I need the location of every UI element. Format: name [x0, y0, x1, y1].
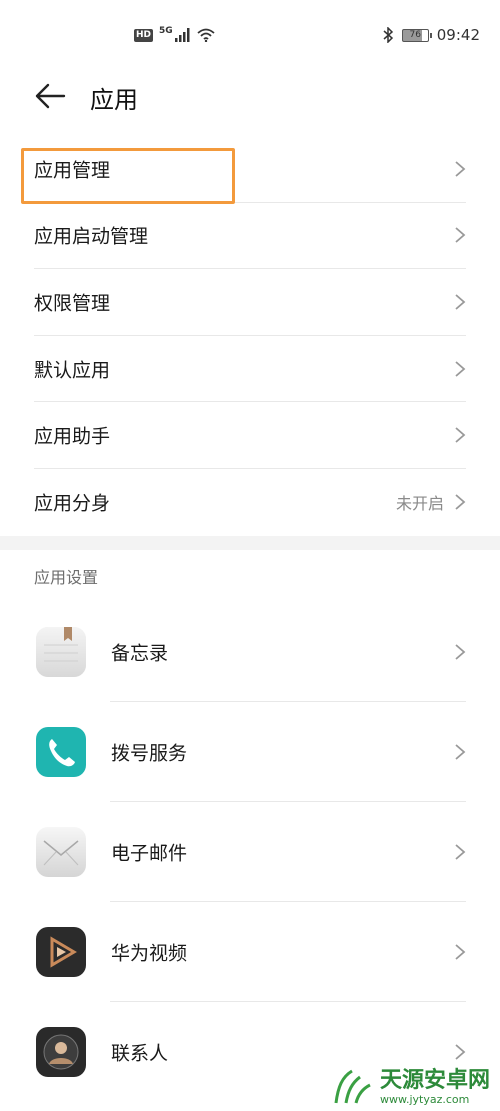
chevron-right-icon	[455, 844, 466, 860]
phone-icon	[36, 727, 86, 777]
chevron-right-icon	[455, 494, 466, 510]
video-play-icon	[36, 927, 86, 977]
menu-item-default-apps[interactable]: 默认应用	[34, 336, 466, 403]
status-bar: HD 5G 76 09:42	[0, 0, 500, 70]
chevron-right-icon	[455, 360, 466, 377]
app-label: 联系人	[111, 1042, 169, 1065]
menu-item-label: 应用助手	[34, 425, 111, 448]
back-arrow-icon[interactable]	[34, 82, 66, 110]
signal-icon	[174, 28, 190, 42]
watermark-text: 天源安卓网 www.jytyaz.com	[379, 1067, 490, 1106]
app-label: 华为视频	[111, 942, 188, 965]
app-row-dialer[interactable]: 拨号服务	[0, 702, 500, 802]
watermark-sub: www.jytyaz.com	[379, 1092, 470, 1106]
menu-item-label: 权限管理	[34, 292, 111, 315]
app-label: 备忘录	[111, 642, 169, 665]
status-left: HD 5G	[134, 26, 215, 42]
header: 应用	[0, 70, 500, 130]
app-twin-status: 未开启	[395, 494, 444, 514]
app-row-notes[interactable]: 备忘录	[0, 602, 500, 702]
network-label: 5G	[159, 26, 173, 36]
chevron-right-icon	[455, 944, 466, 960]
watermark-logo-icon	[334, 1069, 371, 1104]
page-title: 应用	[90, 86, 138, 114]
watermark: 天源安卓网 www.jytyaz.com	[332, 1067, 490, 1107]
menu-item-app-twin[interactable]: 应用分身 未开启	[34, 469, 466, 536]
app-label: 电子邮件	[111, 842, 188, 865]
watermark-main: 天源安卓网	[379, 1067, 490, 1093]
chevron-right-icon	[455, 294, 466, 310]
chevron-right-icon	[455, 161, 466, 177]
hd-badge: HD	[134, 28, 154, 42]
chevron-right-icon	[455, 427, 466, 443]
menu-item-app-management[interactable]: 应用管理	[34, 136, 466, 203]
chevron-right-icon	[455, 1044, 466, 1060]
menu-item-startup-management[interactable]: 应用启动管理	[34, 203, 466, 270]
menu-item-permission-management[interactable]: 权限管理	[34, 269, 466, 336]
section-header-app-settings: 应用设置	[34, 568, 99, 587]
mail-icon	[36, 827, 86, 877]
battery-icon: 76	[401, 28, 432, 42]
section-divider	[0, 536, 500, 550]
chevron-right-icon	[455, 227, 466, 244]
menu-item-label: 应用分身	[34, 492, 111, 515]
chevron-right-icon	[455, 744, 466, 760]
app-menu-list: 应用管理 应用启动管理 权限管理 默认应用 应用助手 应用分身 未开启	[0, 136, 500, 536]
chevron-right-icon	[455, 644, 466, 660]
app-label: 拨号服务	[111, 742, 188, 765]
menu-item-label: 默认应用	[34, 359, 111, 382]
menu-item-label: 应用管理	[34, 159, 111, 182]
menu-item-app-assistant[interactable]: 应用助手	[34, 402, 466, 469]
wifi-icon	[197, 28, 215, 42]
battery-level: 76	[409, 29, 421, 40]
clock: 09:42	[436, 26, 480, 44]
notepad-icon	[36, 627, 86, 677]
bluetooth-icon	[383, 27, 393, 43]
app-row-huawei-video[interactable]: 华为视频	[0, 902, 500, 1002]
menu-item-label: 应用启动管理	[34, 225, 149, 248]
contacts-icon	[36, 1027, 86, 1077]
status-right: 76 09:42	[382, 26, 480, 44]
app-row-email[interactable]: 电子邮件	[0, 802, 500, 902]
